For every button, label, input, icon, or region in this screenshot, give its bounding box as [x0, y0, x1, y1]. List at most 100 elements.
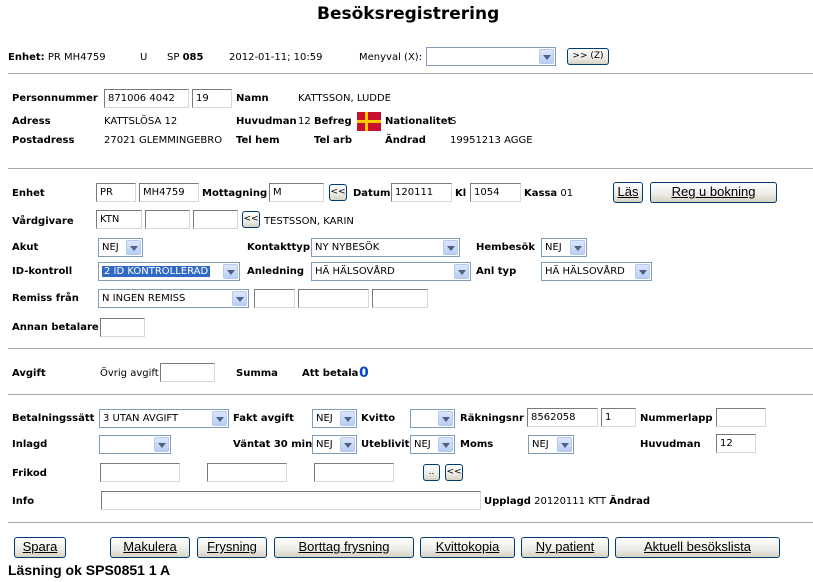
frysning-button[interactable]: Frysning	[197, 537, 267, 558]
kl-label: Kl	[455, 188, 467, 199]
frikod-field-1[interactable]	[100, 463, 180, 482]
chevron-down-icon	[570, 240, 585, 255]
remiss-label: Remiss från	[12, 293, 79, 304]
chevron-down-icon	[232, 291, 247, 306]
idkontroll-select[interactable]: 2 ID KONTROLLERAD	[98, 262, 240, 281]
frikod-field-2[interactable]	[207, 463, 287, 482]
kvitto-select[interactable]	[410, 409, 455, 428]
kvittokopia-button[interactable]: Kvittokopia	[420, 537, 515, 558]
payment-huvudman-label: Huvudman	[640, 439, 701, 450]
nummerlapp-field[interactable]	[716, 408, 766, 427]
chevron-down-icon	[454, 264, 469, 279]
reg-bokning-button[interactable]: Reg u bokning	[650, 182, 777, 203]
annan-betalare-field[interactable]	[100, 318, 145, 337]
ovrig-avgift-field[interactable]	[160, 363, 215, 382]
mottagning-field[interactable]: M	[269, 183, 324, 202]
hembesok-value: NEJ	[545, 242, 562, 253]
remiss-field-2[interactable]	[298, 289, 369, 308]
inlagd-select[interactable]	[99, 435, 171, 454]
info-field[interactable]	[101, 491, 481, 510]
nummerlapp-label: Nummerlapp	[640, 413, 713, 424]
fakt-avgift-label: Fakt avgift	[233, 413, 294, 424]
betalningssatt-value: 3 UTAN AVGIFT	[103, 413, 179, 424]
moms-select[interactable]: NEJ	[528, 435, 574, 454]
chevron-down-icon	[154, 437, 169, 452]
idkontroll-value: 2 ID KONTROLLERAD	[102, 266, 211, 277]
ny-patient-button[interactable]: Ny patient	[521, 537, 609, 558]
aktuell-besokslista-button[interactable]: Aktuell besökslista	[615, 537, 780, 558]
fakt-avgift-select[interactable]: NEJ	[312, 409, 357, 428]
vantat-value: NEJ	[316, 439, 333, 450]
vantat-label: Väntat 30 min	[233, 439, 313, 450]
andrad-value: 19951213 AGGE	[450, 135, 533, 146]
visit-enhet-a-field[interactable]: PR	[96, 183, 136, 202]
moms-value: NEJ	[532, 439, 549, 450]
borttag-frysning-button[interactable]: Borttag frysning	[274, 537, 414, 558]
makulera-button[interactable]: Makulera	[110, 537, 190, 558]
anltyp-value: HÄ HÄLSOVÅRD	[545, 266, 625, 277]
datum-field[interactable]: 120111	[391, 183, 452, 202]
remiss-field-3[interactable]	[372, 289, 428, 308]
vardgivare-field-2[interactable]	[145, 210, 190, 229]
nationalitet-value: S	[450, 116, 457, 127]
namn-value: KATTSSON, LUDDE	[298, 93, 392, 104]
frikod-browse-button[interactable]: ..	[423, 464, 440, 481]
header-enhet-value: PR MH4759	[47, 52, 106, 63]
idkontroll-label: ID-kontroll	[12, 266, 73, 277]
las-button[interactable]: Läs	[613, 182, 643, 203]
menyval-select[interactable]	[426, 47, 556, 66]
vardgivare-field[interactable]: KTN	[96, 210, 142, 229]
visit-enhet-b-field[interactable]: MH4759	[139, 183, 199, 202]
kvitto-label: Kvitto	[361, 413, 396, 424]
anltyp-select[interactable]: HÄ HÄLSOVÅRD	[541, 262, 652, 281]
kontakttyp-select[interactable]: NY NYBESÖK	[311, 238, 460, 257]
telhem-label: Tel hem	[236, 135, 280, 146]
betalningssatt-select[interactable]: 3 UTAN AVGIFT	[99, 409, 229, 428]
divider	[8, 168, 813, 170]
adress-value: KATTSLÖSA 12	[104, 116, 178, 127]
spara-button[interactable]: Spara	[14, 537, 66, 558]
personnummer-label: Personnummer	[12, 93, 98, 104]
remiss-field-1[interactable]	[254, 289, 295, 308]
hembesok-select[interactable]: NEJ	[541, 238, 587, 257]
befreg-label: Befreg	[314, 116, 352, 127]
remiss-select[interactable]: N INGEN REMISS	[98, 289, 249, 308]
vantat-select[interactable]: NEJ	[312, 435, 357, 454]
rakningsnr-field[interactable]: 8562058	[527, 408, 598, 427]
telarb-label: Tel arb	[314, 135, 353, 146]
header-sp: SP 085	[167, 52, 203, 63]
upplagd: Upplagd 20120111 KTT Ändrad	[484, 496, 650, 507]
chevron-down-icon	[126, 240, 141, 255]
chevron-down-icon	[635, 264, 650, 279]
mottagning-lookup-button[interactable]: <<	[329, 184, 347, 201]
chevron-down-icon	[557, 437, 572, 452]
chevron-down-icon	[212, 411, 227, 426]
century-field[interactable]: 19	[192, 89, 232, 108]
payment-huvudman-field[interactable]: 12	[716, 434, 756, 453]
anledning-label: Anledning	[247, 266, 305, 277]
huvudman-value: 12	[298, 116, 311, 127]
goto-button[interactable]: >> (Z)	[567, 48, 609, 65]
uteblivit-select[interactable]: NEJ	[410, 435, 455, 454]
andrad-label: Ändrad	[385, 135, 426, 146]
kassa: Kassa 01	[524, 188, 573, 199]
akut-select[interactable]: NEJ	[98, 238, 143, 257]
kassa-label: Kassa	[524, 188, 558, 199]
rakningsnr-b-field[interactable]: 1	[601, 408, 636, 427]
kl-field[interactable]: 1054	[470, 183, 521, 202]
chevron-down-icon	[438, 437, 453, 452]
personnummer-field[interactable]: 871006 4042	[104, 89, 189, 108]
akut-label: Akut	[12, 242, 39, 253]
frikod-field-3[interactable]	[314, 463, 394, 482]
anledning-select[interactable]: HÄ HÄLSOVÅRD	[311, 262, 471, 281]
postadress-value: 27021 GLEMMINGEBRO	[104, 135, 223, 146]
chevron-down-icon	[438, 411, 453, 426]
chevron-down-icon	[340, 437, 355, 452]
remiss-value: N INGEN REMISS	[102, 293, 186, 304]
frikod-back-button[interactable]: <<	[445, 464, 463, 481]
fakt-avgift-value: NEJ	[316, 413, 333, 424]
vardgivare-lookup-button[interactable]: <<	[242, 211, 260, 228]
upplagd-value: 20120111 KTT	[534, 496, 607, 507]
divider	[8, 522, 813, 524]
vardgivare-field-3[interactable]	[193, 210, 238, 229]
